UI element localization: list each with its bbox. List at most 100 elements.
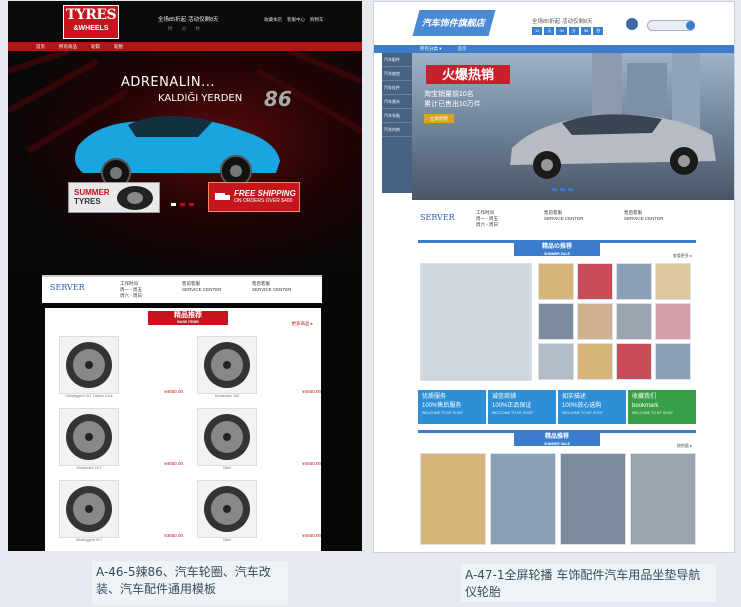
more-link[interactable]: 更多商品 ▸ <box>291 321 313 327</box>
feature-bar: 优质服务 100%售后服务 WELCOME TO MY SHOP 诚信商铺 100%正… <box>418 390 696 424</box>
wheel-image <box>59 336 119 394</box>
product-tile[interactable] <box>630 453 696 545</box>
sidebar-item[interactable]: 汽车挂件 <box>382 81 412 95</box>
section-subtitle: SUMMER SALE <box>544 442 570 446</box>
nav-item-home[interactable]: 首页 <box>36 44 45 50</box>
carousel-dots[interactable] <box>552 188 573 191</box>
service-logo: SERVER <box>50 283 85 292</box>
shop-header: 汽车饰件旗舰店 全场85折起·活动仅剩8天 12 天 30 分 56 秒 <box>374 2 734 45</box>
shop-logo[interactable]: 汽车饰件旗舰店 <box>412 10 496 36</box>
nav-item-all[interactable]: 所有商品 <box>59 44 77 50</box>
carousel-dots[interactable] <box>171 203 194 206</box>
countdown-tag: 30 <box>556 27 567 35</box>
countdown: 12 天 30 分 56 秒 <box>532 27 604 35</box>
wheel-image <box>59 480 119 538</box>
section-subtitle: SUMMER SALE <box>544 252 570 256</box>
more-link[interactable]: 查看更多 ▸ <box>673 253 692 259</box>
wheel-image <box>59 408 119 466</box>
product-tile[interactable] <box>655 303 691 340</box>
section-title-text: 精品推荐 <box>174 312 202 319</box>
product-tile[interactable] <box>616 303 652 340</box>
product-tile[interactable] <box>538 303 574 340</box>
product-card[interactable]: Silver ¥4650.00 <box>197 480 325 546</box>
product-tile[interactable] <box>577 343 613 380</box>
sidebar-item[interactable]: 汽车香水 <box>382 95 412 109</box>
product-tile[interactable] <box>655 263 691 300</box>
template-caption-right: A-47-1全屏轮播 车饰配件汽车用品坐垫导航仪轮胎 <box>461 564 716 602</box>
product-card[interactable]: Montecarlo 16Z ¥4650.00 <box>197 336 325 402</box>
feature-service[interactable]: 优质服务 100%售后服务 WELCOME TO MY SHOP <box>418 390 486 424</box>
screenshot-stage: TYRES &WHEELS 全场85折起·活动仅剩8天 时 分 秒 收藏本店 客… <box>0 0 741 607</box>
promo-text: 全场85折起·活动仅剩8天 <box>532 19 593 25</box>
service-col-presale[interactable]: 售前客服 SERVICE CENTER <box>182 281 221 293</box>
hero-line: 累计已售出10万件 <box>424 101 481 108</box>
summer-tyres-button[interactable]: SUMMER TYRES <box>68 182 160 213</box>
product-tile[interactable] <box>538 263 574 300</box>
nav-item-wheels[interactable]: 轮毂 <box>91 44 100 50</box>
buy-now-button[interactable]: 立即抢购 <box>424 114 454 123</box>
service-col-hours: 工作时间 周一 - 周五 周六 - 周日 <box>476 210 498 228</box>
product-tile[interactable] <box>616 343 652 380</box>
free-shipping-button[interactable]: FREE SHIPPING ON ORDERS OVER $400 <box>208 182 300 212</box>
product-tile[interactable] <box>616 263 652 300</box>
truck-icon <box>215 193 230 200</box>
nav-item-categories[interactable]: 所有分类 ▾ <box>420 46 442 52</box>
nav-item-home[interactable]: 首页 <box>458 46 467 52</box>
user-icon[interactable] <box>626 18 638 30</box>
service-col-presale[interactable]: 售前客服 SERVICE CENTER <box>544 210 583 222</box>
product-tile[interactable] <box>420 453 486 545</box>
feature-description[interactable]: 如实描述 100%放心选购 WELCOME TO MY SHOP <box>558 390 626 424</box>
feature-trust[interactable]: 诚信商铺 100%正品保证 WELCOME TO MY SHOP <box>488 390 556 424</box>
product-card[interactable]: Silver ¥4650.00 <box>197 408 325 474</box>
product-name: Montecarlo HLT <box>76 466 102 470</box>
countdown-tag: 分 <box>568 27 579 35</box>
product-tile[interactable] <box>655 343 691 380</box>
service-col-aftersale[interactable]: 售后客服 SERVICE CENTER <box>252 281 291 293</box>
feature-bookmark[interactable]: 收藏我们 bookmark WELCOME TO MY SHOP <box>628 390 696 424</box>
search-icon[interactable] <box>686 21 695 30</box>
featured-products: 精品の推荐 SUMMER SALE 查看更多 ▸ <box>418 240 696 382</box>
service-line: SERVICE CENTER <box>544 216 584 221</box>
feature-sub: WELCOME TO MY SHOP <box>492 411 533 415</box>
wheel-image <box>197 480 257 538</box>
hero-banner[interactable]: ADRENALIN... KALDIĞI YERDEN 86 <box>8 51 362 276</box>
section-title: 精品推荐 BASE ITEMS <box>148 311 228 325</box>
product-tile[interactable] <box>577 263 613 300</box>
feature-text: 100%正品保证 <box>492 403 532 409</box>
service-line: SERVICE CENTER <box>182 287 222 292</box>
product-card[interactable]: Ultraleggera HLT ¥3650.00 <box>59 480 187 546</box>
product-price: ¥4650.00 <box>164 389 183 394</box>
featured-products: 精品推荐 BASE ITEMS 更多商品 ▸ Ultraleggera HLT … <box>45 308 321 551</box>
sort-link[interactable]: 按销量 ▸ <box>677 443 692 449</box>
nav-item-tyres[interactable]: 轮胎 <box>114 44 123 50</box>
top-link-cart[interactable]: 购物车 <box>310 17 324 23</box>
template-caption-left: A-46-5辣86、汽车轮圈、汽车改装、汽车配件通用模板 <box>92 561 288 605</box>
hero-text: 淘宝销量前10名 累计已售出10万件 <box>424 90 481 110</box>
section-title: 精品推荐 SUMMER SALE <box>514 433 600 446</box>
sidebar-item[interactable]: 汽车配件 <box>382 53 412 67</box>
top-link-service[interactable]: 客服中心 <box>287 17 305 23</box>
sidebar-item[interactable]: 汽车座垫 <box>382 67 412 81</box>
feature-sub: WELCOME TO MY SHOP <box>562 411 603 415</box>
hero-banner[interactable]: 火爆热销 淘宝销量前10名 累计已售出10万件 立即抢购 <box>412 53 734 200</box>
product-tile[interactable] <box>577 303 613 340</box>
product-card[interactable]: Montecarlo HLT ¥4650.00 <box>59 408 187 474</box>
product-name: Ultraleggera HLT <box>75 538 103 542</box>
shop-header: TYRES &WHEELS 全场85折起·活动仅剩8天 时 分 秒 收藏本店 客… <box>8 1 362 41</box>
service-col-aftersale[interactable]: 售后客服 SERVICE CENTER <box>624 210 663 222</box>
section-title-text: 精品の推荐 <box>541 244 572 250</box>
top-link-favorite[interactable]: 收藏本店 <box>264 17 282 23</box>
product-card[interactable]: Ultraleggera HLT Carbon Lock ¥4650.00 <box>59 336 187 402</box>
product-tile[interactable] <box>490 453 556 545</box>
product-tile[interactable] <box>560 453 626 545</box>
service-bar: SERVER 工作时间 周一 - 周五 周六 - 周日 售前客服 SERVICE… <box>42 275 322 303</box>
template-preview-tyres[interactable]: TYRES &WHEELS 全场85折起·活动仅剩8天 时 分 秒 收藏本店 客… <box>8 1 362 551</box>
logo-line2: &WHEELS <box>73 25 109 32</box>
product-tile[interactable] <box>538 343 574 380</box>
sidebar-item[interactable]: 汽车内饰 <box>382 123 412 137</box>
sidebar-item[interactable]: 汽车车贴 <box>382 109 412 123</box>
product-tile-large[interactable] <box>420 263 532 381</box>
service-line: 周六 - 周日 <box>120 293 142 298</box>
shop-logo[interactable]: TYRES &WHEELS <box>63 5 119 39</box>
template-preview-car-accessories[interactable]: 汽车饰件旗舰店 全场85折起·活动仅剩8天 12 天 30 分 56 秒 所有分… <box>373 1 735 553</box>
